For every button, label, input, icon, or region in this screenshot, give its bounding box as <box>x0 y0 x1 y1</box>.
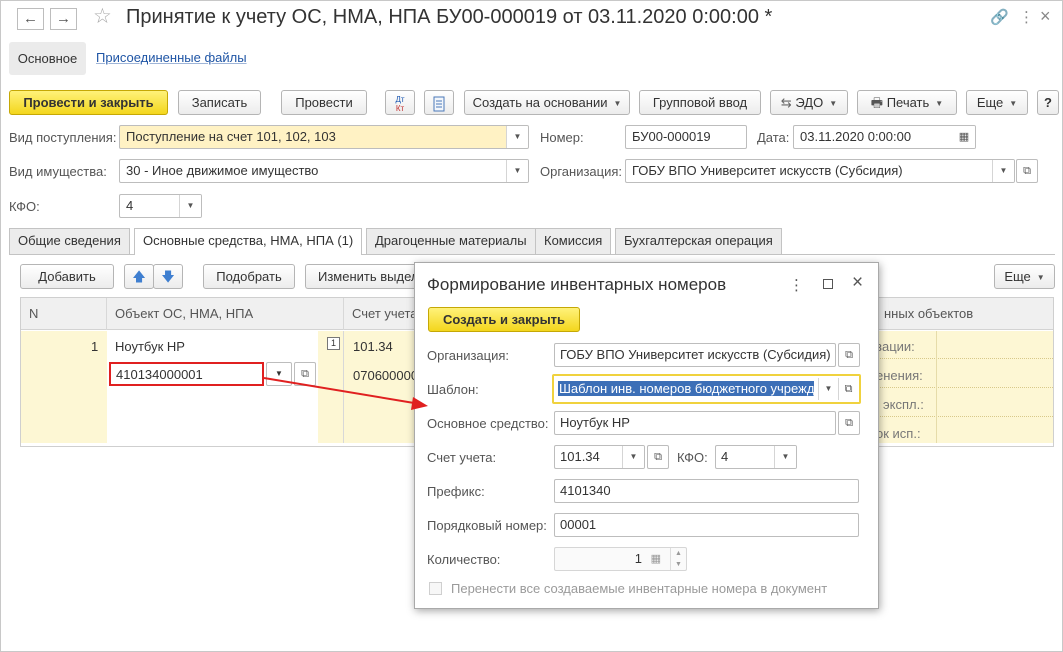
annotation-arrow <box>263 377 428 410</box>
tab-fixed-assets[interactable]: Основные средства, НМА, НПА (1) <box>134 228 363 255</box>
